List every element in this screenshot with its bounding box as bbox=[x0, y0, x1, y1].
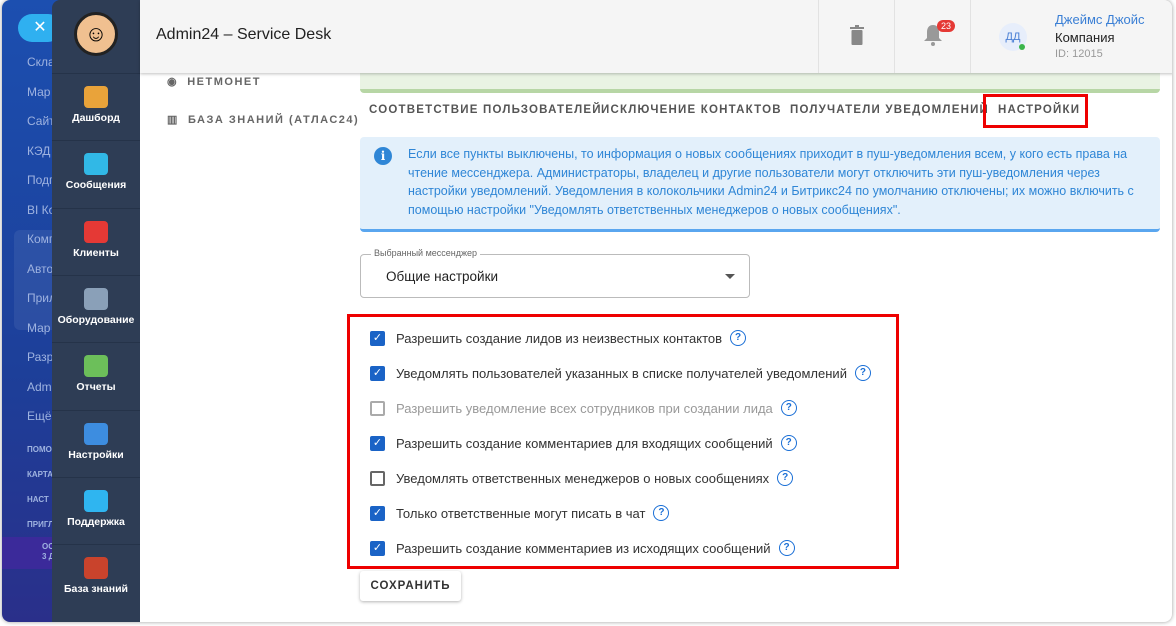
option-label[interactable]: Разрешить создание лидов из неизвестных … bbox=[396, 331, 722, 346]
option-label[interactable]: Только ответственные могут писать в чат bbox=[396, 506, 645, 521]
app-nav-item[interactable]: Сообщения bbox=[52, 140, 140, 207]
notifications-button[interactable]: 23 bbox=[894, 0, 970, 73]
app-nav-item[interactable]: Оборудование bbox=[52, 274, 140, 342]
app-nav-item[interactable]: Поддержка bbox=[52, 476, 140, 544]
bitrix-menu-small-item[interactable]: ПОМО bbox=[27, 445, 52, 454]
option-checkbox[interactable]: ✓ bbox=[370, 330, 385, 346]
option-row: ✓ Разрешить создание комментариев для вхо… bbox=[370, 435, 797, 451]
app-nav-label: Сообщения bbox=[65, 179, 127, 192]
page-title: Admin24 – Service Desk bbox=[156, 26, 332, 43]
side-link-knowledge-base[interactable]: ▥ БАЗА ЗНАНИЙ (АТЛАС24) bbox=[167, 113, 359, 126]
app-window: ✕ Скла Мар Сайт КЭД Подг BI Ко Комп Авто Прил Мар… bbox=[2, 0, 1172, 622]
book-icon bbox=[84, 557, 108, 580]
info-alert: i Если все пункты выключены, то информаци… bbox=[360, 137, 1160, 232]
bitrix-menu-item[interactable]: Adm bbox=[27, 380, 52, 394]
help-icon[interactable]: ? bbox=[653, 505, 670, 521]
bitrix-menu-item[interactable]: Ещё bbox=[27, 409, 52, 423]
info-icon: i bbox=[374, 147, 392, 165]
user-menu[interactable]: ДД Джеймс Джойс Компания ID: 12015 bbox=[970, 0, 1172, 73]
help-icon[interactable]: ? bbox=[777, 470, 794, 486]
help-icon[interactable]: ? bbox=[778, 540, 795, 556]
notification-count-badge: 23 bbox=[937, 20, 956, 32]
bitrix-menu-item[interactable]: Сайт bbox=[27, 114, 55, 128]
app-sidebar: ☺ Дашборд Сообщения Клиенты Оборудование Отч… bbox=[52, 0, 140, 622]
bitrix-menu-small-item[interactable]: КАРТА bbox=[27, 470, 53, 479]
trash-icon bbox=[850, 25, 864, 45]
messages-icon bbox=[84, 153, 108, 176]
bitrix-menu-item[interactable]: Подг bbox=[27, 173, 53, 187]
app-nav-label: Клиенты bbox=[73, 246, 119, 259]
messenger-select[interactable]: Выбранный мессенджер Общие настройки bbox=[360, 248, 750, 298]
header: Admin24 – Service Desk 23 ДД Джеймс Джой… bbox=[140, 0, 1172, 73]
help-icon[interactable]: ? bbox=[854, 365, 871, 381]
equipment-icon bbox=[84, 287, 108, 310]
bitrix-menu-small-item[interactable]: НАСТ bbox=[27, 495, 49, 504]
company-name: Компания bbox=[1055, 30, 1115, 45]
side-link-netmonet[interactable]: ◉ НЕТМОНЕТ bbox=[167, 75, 261, 88]
option-row: Уведомлять ответственных менеджеров о но… bbox=[370, 470, 794, 486]
app-nav-label: Дашборд bbox=[72, 112, 120, 124]
app-nav-label: База знаний bbox=[63, 583, 128, 596]
help-icon[interactable]: ? bbox=[780, 400, 797, 416]
option-checkbox[interactable]: ✓ bbox=[370, 365, 385, 381]
gear-icon bbox=[84, 422, 108, 445]
app-nav-item[interactable]: Клиенты bbox=[52, 207, 140, 275]
user-avatar[interactable]: ☺ bbox=[74, 12, 118, 56]
option-label[interactable]: Разрешить создание комментариев для вход… bbox=[396, 436, 773, 451]
option-label[interactable]: Разрешить уведомление всех сотрудников п… bbox=[396, 401, 773, 416]
option-checkbox[interactable] bbox=[370, 400, 385, 416]
user-name-link[interactable]: Джеймс Джойс bbox=[1055, 12, 1145, 27]
help-icon bbox=[84, 489, 108, 512]
app-nav-item[interactable]: Настройки bbox=[52, 409, 140, 477]
delete-button[interactable] bbox=[818, 0, 894, 73]
option-row: ✓ Разрешить создание лидов из неизвестных… bbox=[370, 330, 747, 346]
bitrix-menu-item[interactable]: Мар bbox=[27, 85, 50, 99]
save-button[interactable]: СОХРАНИТЬ bbox=[360, 571, 461, 601]
option-label[interactable]: Уведомлять пользователей указанных в спи… bbox=[396, 366, 847, 381]
app-nav-label: Поддержка bbox=[67, 515, 125, 528]
app-nav-item[interactable]: База знаний bbox=[52, 544, 140, 611]
dashboard-icon bbox=[84, 86, 108, 108]
help-icon[interactable]: ? bbox=[730, 330, 747, 346]
tab-highlight bbox=[983, 94, 1088, 128]
chevron-down-icon bbox=[725, 274, 735, 279]
bitrix-menu-item[interactable]: Мар bbox=[27, 321, 50, 335]
bitrix-menu-item[interactable]: КЭД bbox=[27, 144, 50, 158]
status-banner bbox=[360, 73, 1160, 93]
option-row: ✓ Только ответственные могут писать в чат… bbox=[370, 505, 670, 521]
option-checkbox[interactable]: ✓ bbox=[370, 435, 385, 451]
app-nav-item[interactable]: Дашборд bbox=[52, 73, 140, 140]
bitrix-menu-item[interactable]: Разр bbox=[27, 350, 53, 364]
app-nav-label: Оборудование bbox=[57, 313, 135, 326]
option-row: ✓ Разрешить создание комментариев из исхо… bbox=[370, 540, 795, 556]
option-row: ✓ Уведомлять пользователей указанных в сп… bbox=[370, 365, 871, 381]
option-checkbox[interactable] bbox=[370, 470, 385, 486]
app-nav-item[interactable]: Отчеты bbox=[52, 342, 140, 409]
tab-notification-recipients[interactable]: ПОЛУЧАТЕЛИ УВЕДОМЛЕНИЙ bbox=[790, 104, 989, 116]
app-nav-label: Настройки bbox=[68, 448, 124, 461]
option-label[interactable]: Уведомлять ответственных менеджеров о но… bbox=[396, 471, 769, 486]
option-row: Разрешить уведомление всех сотрудников п… bbox=[370, 400, 797, 416]
messenger-select-label: Выбранный мессенджер bbox=[371, 248, 481, 258]
side-link-label: НЕТМОНЕТ bbox=[187, 76, 261, 88]
option-checkbox[interactable]: ✓ bbox=[370, 540, 385, 556]
book-icon: ▥ bbox=[167, 114, 179, 126]
bitrix-menu-item[interactable]: Авто bbox=[27, 262, 53, 276]
info-text: Если все пункты выключены, то информация… bbox=[408, 147, 1134, 217]
tab-contact-exclusion[interactable]: ИСКЛЮЧЕНИЕ КОНТАКТОВ bbox=[601, 104, 782, 116]
tab-user-matching[interactable]: СООТВЕТСТВИЕ ПОЛЬЗОВАТЕЛЕЙ bbox=[369, 104, 602, 116]
online-status-dot bbox=[1019, 44, 1025, 50]
side-link-label: БАЗА ЗНАНИЙ (АТЛАС24) bbox=[188, 114, 360, 126]
clients-icon bbox=[84, 220, 108, 243]
messenger-select-value: Общие настройки bbox=[386, 269, 499, 284]
app-nav-label: Отчеты bbox=[76, 381, 116, 394]
help-icon[interactable]: ? bbox=[780, 435, 797, 451]
user-id: ID: 12015 bbox=[1055, 48, 1103, 60]
option-checkbox[interactable]: ✓ bbox=[370, 505, 385, 521]
option-label[interactable]: Разрешить создание комментариев из исход… bbox=[396, 541, 771, 556]
bitrix-menu-small-item[interactable]: ПРИГЛ bbox=[27, 520, 54, 529]
reports-icon bbox=[84, 355, 108, 378]
bitrix-menu-item[interactable]: Скла bbox=[27, 55, 55, 69]
